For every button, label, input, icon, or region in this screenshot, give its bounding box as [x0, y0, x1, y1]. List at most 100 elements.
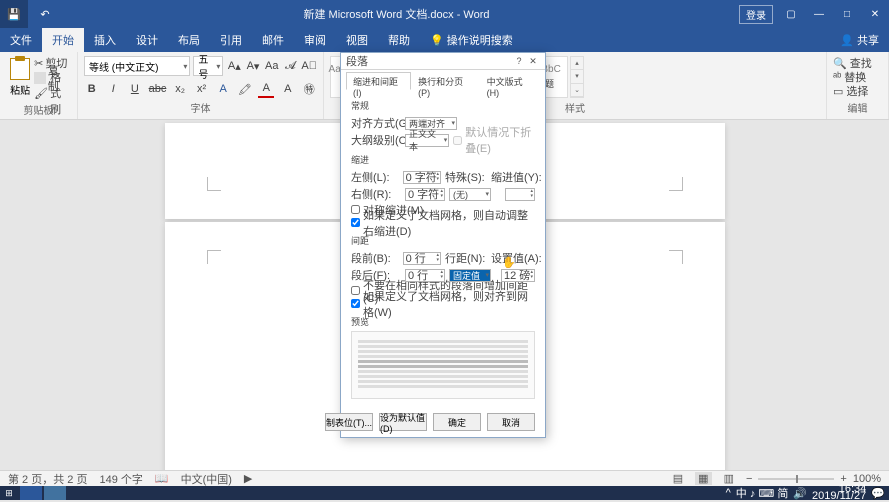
close-icon[interactable]: ✕	[861, 0, 889, 28]
set-default-button[interactable]: 设为默认值(D)	[379, 413, 427, 431]
space-before-input[interactable]: 0 行	[403, 252, 441, 265]
zoom-out-icon[interactable]: −	[746, 473, 752, 485]
style-gallery-scroll[interactable]: ▴▾⌄	[570, 56, 584, 98]
italic-button[interactable]: I	[106, 80, 122, 98]
tab-mailings[interactable]: 邮件	[252, 28, 294, 52]
spellcheck-icon[interactable]: 📖	[155, 472, 169, 485]
dtab-line-breaks[interactable]: 换行和分页(P)	[411, 72, 479, 90]
start-button[interactable]: ⊞	[0, 486, 18, 500]
ok-button[interactable]: 确定	[433, 413, 481, 431]
subscript-button[interactable]: x₂	[172, 80, 188, 98]
tab-review[interactable]: 审阅	[294, 28, 336, 52]
save-icon[interactable]: 💾	[0, 0, 28, 28]
chevron-down-icon[interactable]: ▾	[571, 70, 583, 83]
special-label: 特殊(S):	[445, 169, 483, 185]
minimize-icon[interactable]: —	[805, 0, 833, 28]
find-button[interactable]: 🔍查找	[833, 56, 882, 70]
taskbar-app-icon[interactable]	[44, 486, 66, 500]
ribbon-options-icon[interactable]: ▢	[777, 0, 805, 28]
highlight-icon[interactable]: 🖍	[237, 80, 253, 98]
cancel-button[interactable]: 取消	[487, 413, 535, 431]
find-icon: 🔍	[833, 57, 847, 70]
page-status[interactable]: 第 2 页，共 2 页	[8, 471, 87, 487]
title-bar: 💾 ↶ 新建 Microsoft Word 文档.docx - Word 登录 …	[0, 0, 889, 28]
view-read-icon[interactable]: ▤	[673, 472, 683, 485]
tab-view[interactable]: 视图	[336, 28, 378, 52]
tab-references[interactable]: 引用	[210, 28, 252, 52]
tab-home[interactable]: 开始	[42, 28, 84, 52]
dialog-close-icon[interactable]: ✕	[526, 54, 540, 68]
maximize-icon[interactable]: □	[833, 0, 861, 28]
taskbar-clock[interactable]: 16:34 2019/11/27	[812, 486, 866, 500]
preview-box	[351, 331, 535, 399]
phonetic-icon[interactable]: 𝓐	[283, 57, 299, 75]
tray-volume-icon[interactable]: 🔊	[793, 487, 807, 500]
special-select[interactable]: (无)	[449, 188, 491, 201]
line-spacing-label: 行距(N):	[445, 250, 483, 266]
login-button[interactable]: 登录	[739, 5, 773, 24]
scissors-icon: ✂	[34, 57, 43, 70]
taskbar-word-icon[interactable]	[20, 486, 42, 500]
zoom-slider[interactable]	[758, 478, 834, 480]
chevron-up-icon[interactable]: ▴	[571, 57, 583, 70]
dtab-asian[interactable]: 中文版式(H)	[480, 72, 540, 90]
word-count[interactable]: 149 个字	[99, 471, 142, 487]
outline-select[interactable]: 正文文本	[405, 134, 449, 147]
font-size-select[interactable]: 五号	[193, 56, 223, 76]
collapsed-checkbox[interactable]: 默认情况下折叠(E)	[453, 134, 535, 147]
tab-layout[interactable]: 布局	[168, 28, 210, 52]
dtab-indent-spacing[interactable]: 缩进和间距(I)	[346, 72, 411, 90]
replace-button[interactable]: ᵃᵇ替换	[833, 70, 882, 84]
tabs-button[interactable]: 制表位(T)...	[325, 413, 373, 431]
tab-design[interactable]: 设计	[126, 28, 168, 52]
indent-left-input[interactable]: 0 字符	[403, 171, 441, 184]
space-before-label: 段前(B):	[351, 250, 399, 266]
tell-me[interactable]: 💡 操作说明搜索	[420, 28, 523, 52]
paste-button[interactable]: 粘贴	[8, 56, 32, 100]
spacing-at-label: 设置值(A):	[491, 250, 535, 266]
snap-grid-checkbox[interactable]: 如果定义了文档网格，则对齐到网格(W)	[351, 297, 535, 310]
shrink-font-icon[interactable]: A▾	[245, 57, 261, 75]
share-icon: 👤	[840, 34, 854, 47]
space-after-input[interactable]: 0 行	[405, 269, 445, 282]
tab-file[interactable]: 文件	[0, 28, 42, 52]
tray-ime[interactable]: 中 ♪ ⌨ 简	[736, 485, 789, 501]
change-case-icon[interactable]: Aa	[264, 57, 280, 75]
underline-button[interactable]: U	[127, 80, 143, 98]
clear-format-icon[interactable]: A⃠	[301, 57, 317, 75]
char-border-icon[interactable]: A	[280, 80, 296, 98]
ribbon-tabs: 文件 开始 插入 设计 布局 引用 邮件 审阅 视图 帮助 💡 操作说明搜索 👤…	[0, 28, 889, 52]
format-painter-button[interactable]: 🖌格式刷	[34, 86, 69, 100]
expand-styles-icon[interactable]: ⌄	[571, 84, 583, 97]
group-label-clipboard: 剪贴板	[8, 102, 69, 117]
tray-notifications-icon[interactable]: 💬	[871, 487, 885, 500]
auto-adjust-indent-checkbox[interactable]: 如果定义了文档网格，则自动调整右缩进(D)	[351, 216, 535, 229]
superscript-button[interactable]: x²	[194, 80, 210, 98]
tab-help[interactable]: 帮助	[378, 28, 420, 52]
spacing-at-input[interactable]: 12 磅	[501, 269, 535, 282]
dialog-titlebar[interactable]: 段落 ? ✕	[341, 53, 545, 70]
view-print-icon[interactable]: ▦	[695, 472, 711, 485]
grow-font-icon[interactable]: A▴	[226, 57, 242, 75]
select-button[interactable]: ▭选择	[833, 84, 882, 98]
status-bar: 第 2 页，共 2 页 149 个字 📖 中文(中国) ▶ ▤ ▦ ▥ − + …	[0, 470, 889, 486]
tab-insert[interactable]: 插入	[84, 28, 126, 52]
strike-button[interactable]: abc	[149, 80, 167, 98]
indent-right-input[interactable]: 0 字符	[405, 188, 445, 201]
line-spacing-select[interactable]: 固定值	[449, 269, 491, 282]
qat-undo-icon[interactable]: ↶	[36, 8, 54, 21]
replace-icon: ᵃᵇ	[833, 71, 841, 83]
share-button[interactable]: 👤共享	[830, 28, 889, 52]
language-status[interactable]: 中文(中国)	[181, 471, 232, 487]
bold-button[interactable]: B	[84, 80, 100, 98]
font-name-select[interactable]: 等线 (中文正文)	[84, 56, 190, 76]
dialog-body: 常规 对齐方式(G): 两端对齐 大纲级别(O): 正文文本 默认情况下折叠(E…	[341, 90, 545, 407]
enclose-char-icon[interactable]: ㊕	[302, 80, 318, 98]
dialog-help-icon[interactable]: ?	[512, 54, 526, 68]
indent-by-input[interactable]	[505, 188, 535, 201]
macro-icon[interactable]: ▶	[244, 472, 252, 485]
view-web-icon[interactable]: ▥	[724, 472, 734, 485]
text-effects-icon[interactable]: A	[215, 80, 231, 98]
font-color-icon[interactable]: A	[258, 80, 274, 98]
tray-up-icon[interactable]: ^	[726, 487, 731, 499]
